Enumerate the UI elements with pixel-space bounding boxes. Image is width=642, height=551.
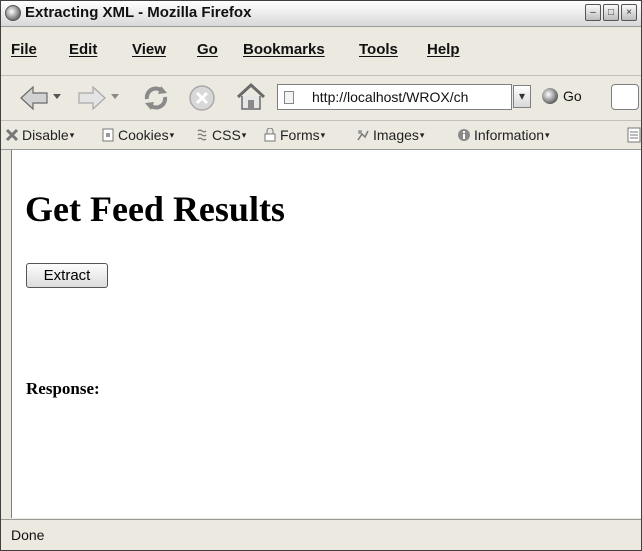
- menu-edit[interactable]: Edit: [69, 41, 97, 58]
- menu-tools[interactable]: Tools: [359, 41, 398, 58]
- window-title: Extracting XML - Mozilla Firefox: [25, 4, 252, 21]
- page-content: Get Feed Results Extract Response:: [11, 150, 641, 518]
- maximize-icon[interactable]: □: [603, 4, 619, 21]
- page-icon: [284, 91, 294, 104]
- page-title: Get Feed Results: [25, 189, 285, 229]
- stop-icon[interactable]: [188, 84, 216, 112]
- search-engine-icon[interactable]: [611, 84, 639, 110]
- menu-go[interactable]: Go: [197, 41, 218, 58]
- menu-view[interactable]: View: [132, 41, 166, 58]
- address-text[interactable]: http://localhost/WROX/ch: [312, 89, 510, 105]
- firefox-icon: [5, 5, 21, 21]
- cookies-icon: [102, 128, 114, 142]
- menu-bar: File Edit View Go Bookmarks Tools Help: [1, 27, 641, 76]
- response-label: Response:: [26, 379, 100, 398]
- menu-file[interactable]: File: [11, 41, 37, 58]
- images-label: Images: [373, 127, 419, 143]
- status-bar: Done: [1, 519, 641, 550]
- address-dropdown-icon[interactable]: ▾: [513, 85, 531, 108]
- cookies-label: Cookies: [118, 127, 169, 143]
- reload-icon[interactable]: [141, 83, 171, 113]
- back-icon[interactable]: [19, 85, 49, 111]
- extract-button[interactable]: Extract: [26, 263, 108, 288]
- miscellaneous-icon[interactable]: [627, 127, 641, 143]
- information-icon: [458, 129, 470, 141]
- address-bar[interactable]: http://localhost/WROX/ch: [277, 84, 512, 110]
- go-icon[interactable]: [542, 88, 558, 104]
- menu-help[interactable]: Help: [427, 41, 460, 58]
- forward-dropdown-icon[interactable]: [111, 94, 119, 100]
- information-label: Information: [474, 127, 545, 143]
- images-icon: [357, 130, 369, 141]
- window-controls: – □ ×: [583, 4, 641, 22]
- close-icon[interactable]: ×: [621, 4, 637, 21]
- css-icon: [197, 129, 207, 141]
- title-bar[interactable]: Extracting XML - Mozilla Firefox – □ ×: [1, 1, 641, 27]
- forward-icon[interactable]: [77, 85, 107, 111]
- navigation-toolbar: http://localhost/WROX/ch ▾ Go: [1, 76, 641, 121]
- back-dropdown-icon[interactable]: [53, 94, 61, 100]
- browser-window: Extracting XML - Mozilla Firefox – □ × F…: [0, 0, 642, 551]
- information-menu[interactable]: Information▾: [457, 127, 550, 143]
- web-developer-toolbar: Disable▾ Cookies▾ CSS▾ Forms▾ Images▾ In…: [1, 121, 641, 150]
- status-text: Done: [11, 527, 45, 543]
- css-menu[interactable]: CSS▾: [195, 127, 246, 143]
- forms-label: Forms: [280, 127, 320, 143]
- forms-icon: [264, 128, 276, 142]
- disable-icon: [5, 128, 19, 142]
- minimize-icon[interactable]: –: [585, 4, 601, 21]
- go-button[interactable]: Go: [563, 88, 582, 104]
- disable-menu[interactable]: Disable▾: [5, 127, 74, 143]
- home-icon[interactable]: [235, 82, 267, 112]
- cookies-menu[interactable]: Cookies▾: [101, 127, 174, 143]
- forms-menu[interactable]: Forms▾: [263, 127, 325, 143]
- images-menu[interactable]: Images▾: [356, 127, 424, 143]
- disable-label: Disable: [22, 127, 69, 143]
- menu-bookmarks[interactable]: Bookmarks: [243, 41, 325, 58]
- css-label: CSS: [212, 127, 241, 143]
